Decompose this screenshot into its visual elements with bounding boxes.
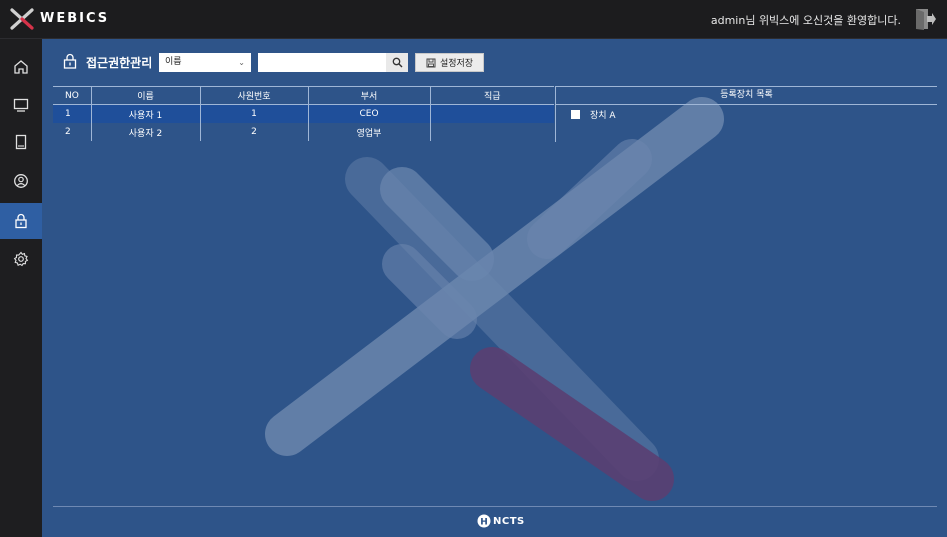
lock-icon: [15, 213, 27, 229]
divider: [555, 104, 556, 142]
select-value: 이름: [165, 57, 182, 67]
page-title: 접근권한관리: [86, 56, 153, 70]
sidebar: [0, 39, 42, 537]
sidebar-item-device[interactable]: [0, 124, 42, 160]
chevron-down-icon: ⌄: [238, 58, 245, 67]
brand-name: WEBICS: [40, 11, 110, 26]
monitor-icon: [13, 98, 29, 112]
logo-icon: [10, 8, 34, 30]
search-input[interactable]: [258, 53, 386, 72]
sidebar-item-home[interactable]: [0, 49, 42, 85]
device-list-header: 등록장치 목록: [555, 86, 937, 105]
column-header-no[interactable]: NO: [53, 86, 92, 105]
footer-logo: H NCTS: [477, 514, 525, 528]
home-icon: [14, 60, 28, 74]
footer-brand: NCTS: [493, 515, 525, 527]
cell-no: 1: [53, 104, 92, 123]
save-label: 설정저장: [439, 59, 474, 69]
search-button[interactable]: [386, 53, 408, 72]
cell-no: 2: [53, 123, 92, 141]
tablet-icon: [15, 134, 27, 150]
cell-department: 영업부: [308, 123, 431, 141]
logo-badge: H: [480, 518, 488, 528]
gear-icon: [13, 251, 29, 267]
cell-department: CEO: [308, 104, 431, 123]
device-label: 장치 A: [590, 111, 616, 121]
footer-divider: [53, 506, 937, 507]
cell-rank: [430, 123, 554, 141]
top-bar: WEBICS admin님 위빅스에 오신것을 환영합니다.: [0, 0, 947, 39]
company-logo-icon: H: [477, 514, 491, 528]
table-row[interactable]: 2 사용자 2 2 영업부: [53, 123, 554, 141]
column-header-name[interactable]: 이름: [91, 86, 201, 105]
sidebar-item-access[interactable]: [0, 203, 42, 239]
save-settings-button[interactable]: 설정저장: [415, 53, 484, 72]
table-row[interactable]: 1 사용자 1 1 CEO: [53, 104, 554, 123]
cell-rank: [430, 104, 554, 123]
sidebar-item-user[interactable]: [0, 163, 42, 199]
user-icon: [14, 174, 28, 188]
search-icon: [392, 57, 402, 68]
user-table: NO 이름 사원번호 부서 직급 1 사용자 1 1 CEO 2 사용자 2 2…: [53, 86, 554, 141]
device-item[interactable]: 장치 A: [571, 108, 616, 121]
column-header-rank[interactable]: 직급: [430, 86, 554, 105]
cell-name: 사용자 2: [91, 123, 201, 141]
save-icon: [426, 58, 436, 67]
main-content: 접근권한관리 이름 ⌄ 설정저장 NO 이름 사원번호 부서 직급 1 사용자 …: [42, 39, 947, 537]
sidebar-item-settings[interactable]: [0, 241, 42, 277]
device-checkbox[interactable]: [571, 110, 580, 119]
welcome-message: admin님 위빅스에 오신것을 환영합니다.: [710, 14, 901, 27]
cell-name: 사용자 1: [91, 104, 201, 123]
search-filter-select[interactable]: 이름 ⌄: [159, 53, 251, 72]
cell-employee-number: 1: [200, 104, 309, 123]
sidebar-item-monitor[interactable]: [0, 87, 42, 123]
table-header-row: NO 이름 사원번호 부서 직급: [53, 86, 554, 105]
cell-employee-number: 2: [200, 123, 309, 141]
registered-device-panel: 등록장치 목록 장치 A: [555, 86, 937, 142]
lock-icon: [63, 53, 77, 69]
column-header-department[interactable]: 부서: [308, 86, 431, 105]
logout-icon[interactable]: [913, 7, 937, 31]
toolbar: 접근권한관리 이름 ⌄ 설정저장: [42, 39, 947, 79]
column-header-employee-number[interactable]: 사원번호: [200, 86, 309, 105]
